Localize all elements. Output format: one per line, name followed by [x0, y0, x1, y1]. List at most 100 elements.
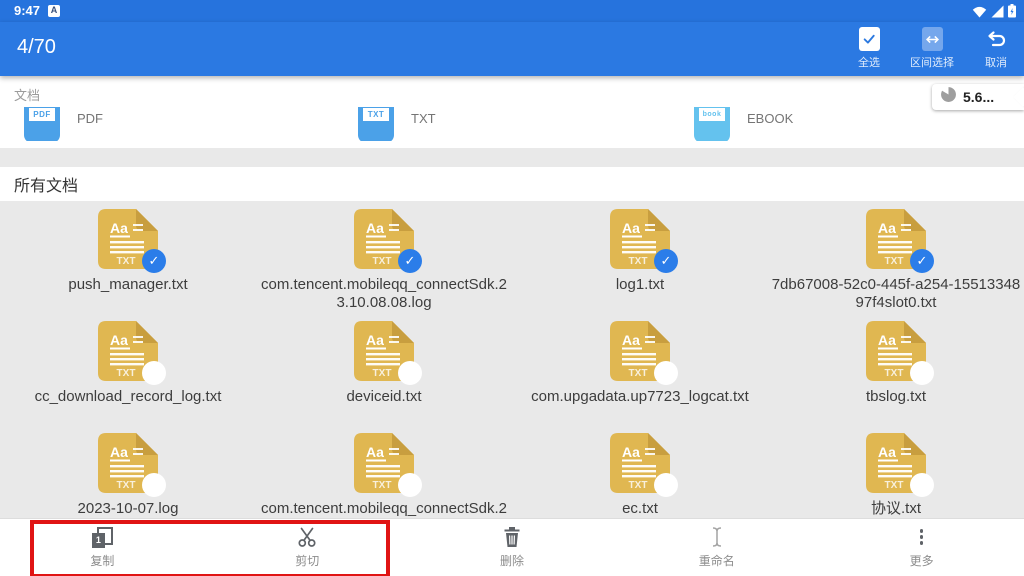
copy-icon: 1: [92, 527, 113, 548]
file-name: 7db67008-52c0-445f-a254-1551334897f4slot…: [770, 276, 1022, 312]
clock: 9:47: [14, 3, 40, 18]
file-item[interactable]: Aa TXT ✓ 7db67008-52c0-445f-a254-1551334…: [768, 208, 1024, 320]
file-name: log1.txt: [514, 276, 766, 294]
selection-check-icon[interactable]: ✓: [398, 473, 422, 497]
storage-usage-badge[interactable]: 5.6...: [932, 84, 1024, 110]
svg-text:TXT: TXT: [629, 256, 648, 267]
svg-text:TXT: TXT: [117, 256, 136, 267]
file-name: 协议.txt: [770, 500, 1022, 518]
delete-label: 删除: [500, 552, 524, 569]
category-pdf[interactable]: PDF PDF: [24, 107, 103, 141]
range-select-icon: [922, 27, 943, 51]
selection-check-icon[interactable]: ✓: [910, 473, 934, 497]
trash-icon: [502, 526, 522, 548]
select-all-button[interactable]: 全选: [858, 27, 880, 70]
category-pdf-label: PDF: [77, 111, 103, 126]
file-name: ec.txt: [514, 500, 766, 518]
cancel-label: 取消: [985, 54, 1007, 70]
rename-label: 重命名: [699, 552, 735, 569]
notification-app-icon: A: [48, 5, 60, 17]
cut-button[interactable]: 剪切: [205, 519, 410, 576]
selection-count: 4/70: [17, 36, 56, 59]
all-documents-title: 所有文档: [14, 172, 78, 196]
svg-text:TXT: TXT: [885, 368, 904, 379]
selection-check-icon[interactable]: ✓: [142, 473, 166, 497]
svg-text:TXT: TXT: [117, 480, 136, 491]
file-item[interactable]: Aa TXT ✓ cc_download_record_log.txt: [0, 320, 256, 432]
storage-usage-value: 5.6...: [963, 89, 994, 105]
svg-text:TXT: TXT: [885, 256, 904, 267]
file-item[interactable]: Aa TXT ✓ log1.txt: [512, 208, 768, 320]
category-ebook-label: EBOOK: [747, 111, 793, 126]
cancel-button[interactable]: 取消: [984, 27, 1008, 70]
svg-text:Aa: Aa: [622, 444, 640, 460]
wifi-icon: [972, 5, 987, 23]
delete-button[interactable]: 删除: [410, 519, 615, 576]
more-vertical-icon: [920, 526, 924, 548]
svg-text:Aa: Aa: [110, 220, 128, 236]
category-ebook[interactable]: book EBOOK: [694, 107, 793, 141]
pie-chart-icon: [940, 86, 957, 108]
scissors-icon: [296, 526, 318, 548]
svg-text:Aa: Aa: [878, 444, 896, 460]
svg-text:Aa: Aa: [366, 444, 384, 460]
svg-text:Aa: Aa: [366, 220, 384, 236]
svg-text:Aa: Aa: [878, 220, 896, 236]
category-txt-label: TXT: [411, 111, 436, 126]
selection-check-icon[interactable]: ✓: [654, 249, 678, 273]
svg-text:TXT: TXT: [117, 368, 136, 379]
svg-text:TXT: TXT: [629, 480, 648, 491]
svg-text:Aa: Aa: [878, 332, 896, 348]
file-manager-screen: 9:47 A 4/70 全选 区间选择: [0, 0, 1024, 576]
file-item[interactable]: Aa TXT ✓ com.upgadata.up7723_logcat.txt: [512, 320, 768, 432]
ebook-category-icon: book: [694, 107, 730, 141]
svg-text:TXT: TXT: [629, 368, 648, 379]
selection-check-icon[interactable]: ✓: [398, 361, 422, 385]
pdf-category-icon: PDF: [24, 107, 60, 141]
selection-check-icon[interactable]: ✓: [654, 361, 678, 385]
svg-text:TXT: TXT: [373, 256, 392, 267]
category-txt[interactable]: TXT TXT: [358, 107, 436, 141]
selection-check-icon[interactable]: ✓: [142, 249, 166, 273]
cut-label: 剪切: [295, 552, 319, 569]
battery-icon: [1008, 4, 1016, 23]
cancel-undo-icon: [984, 27, 1008, 51]
selection-check-icon[interactable]: ✓: [910, 361, 934, 385]
selection-check-icon[interactable]: ✓: [910, 249, 934, 273]
category-section: 文档: [0, 76, 1024, 148]
txt-category-icon: TXT: [358, 107, 394, 141]
svg-text:Aa: Aa: [110, 444, 128, 460]
copy-button[interactable]: 1 复制: [0, 519, 205, 576]
file-name: push_manager.txt: [2, 276, 254, 294]
file-item[interactable]: Aa TXT ✓ com.tencent.mobileqq_connectSdk…: [256, 208, 512, 320]
svg-text:TXT: TXT: [885, 480, 904, 491]
bottom-action-toolbar: 1 复制 剪切 删除 重命名 更多: [0, 518, 1024, 576]
svg-text:Aa: Aa: [110, 332, 128, 348]
copy-label: 复制: [90, 552, 114, 569]
file-item[interactable]: Aa TXT ✓ push_manager.txt: [0, 208, 256, 320]
category-section-title: 文档: [14, 85, 40, 104]
range-select-label: 区间选择: [910, 54, 954, 70]
status-bar: 9:47 A: [0, 0, 1024, 22]
file-name: com.tencent.mobileqq_connectSdk.23.10.08…: [258, 276, 510, 312]
file-name: cc_download_record_log.txt: [2, 388, 254, 406]
more-button[interactable]: 更多: [819, 519, 1024, 576]
selection-check-icon[interactable]: ✓: [654, 473, 678, 497]
svg-text:Aa: Aa: [366, 332, 384, 348]
rename-button[interactable]: 重命名: [614, 519, 819, 576]
selection-check-icon[interactable]: ✓: [142, 361, 166, 385]
range-select-button[interactable]: 区间选择: [910, 27, 954, 70]
file-item[interactable]: Aa TXT ✓ tbslog.txt: [768, 320, 1024, 432]
all-documents-header: 所有文档: [0, 167, 1024, 201]
more-label: 更多: [910, 552, 934, 569]
file-name: 2023-10-07.log: [2, 500, 254, 518]
ibeam-cursor-icon: [710, 526, 724, 548]
selection-check-icon[interactable]: ✓: [398, 249, 422, 273]
file-item[interactable]: Aa TXT ✓ deviceid.txt: [256, 320, 512, 432]
svg-text:Aa: Aa: [622, 220, 640, 236]
file-name: tbslog.txt: [770, 388, 1022, 406]
file-name: deviceid.txt: [258, 388, 510, 406]
selection-app-bar: 4/70 全选 区间选择 取消: [0, 22, 1024, 76]
select-all-icon: [859, 27, 880, 51]
svg-text:Aa: Aa: [622, 332, 640, 348]
